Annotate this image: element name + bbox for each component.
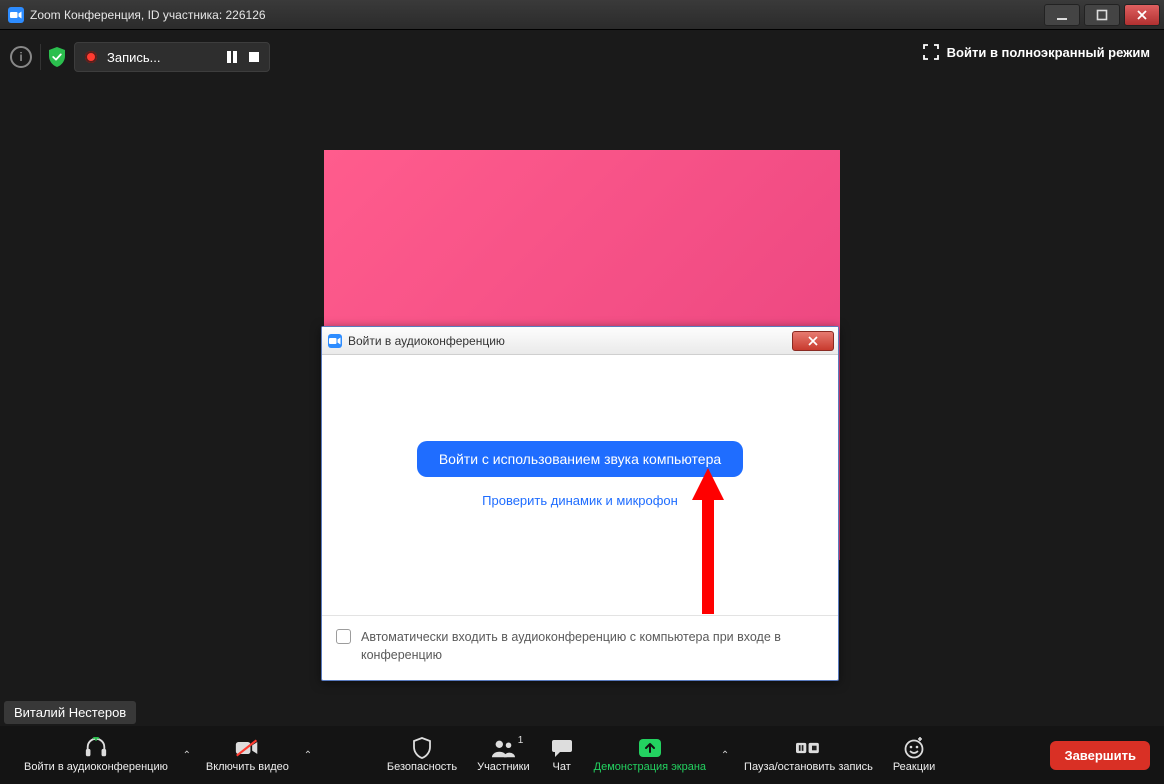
chat-icon bbox=[550, 737, 574, 759]
enter-fullscreen-button[interactable]: Войти в полноэкранный режим bbox=[923, 44, 1150, 60]
participants-icon: 1 bbox=[491, 737, 515, 759]
security-label: Безопасность bbox=[387, 761, 457, 773]
meeting-toolbar: i Запись... bbox=[10, 42, 270, 72]
zoom-logo-icon bbox=[8, 7, 24, 23]
participants-count: 1 bbox=[518, 735, 524, 746]
zoom-logo-icon bbox=[328, 334, 342, 348]
recording-pause-button[interactable] bbox=[227, 51, 239, 63]
dialog-title: Войти в аудиоконференцию bbox=[348, 334, 505, 348]
meeting-info-button[interactable]: i bbox=[10, 46, 32, 68]
reactions-button[interactable]: Реакции bbox=[883, 735, 946, 775]
meeting-controls-bar: Войти в аудиоконференцию ⌃ Включить виде… bbox=[0, 726, 1164, 784]
chat-button[interactable]: Чат bbox=[540, 735, 584, 775]
dialog-footer: Автоматически входить в аудиоконференцию… bbox=[322, 615, 838, 680]
join-audio-dialog: Войти в аудиоконференцию Войти с использ… bbox=[321, 326, 839, 681]
fullscreen-icon bbox=[923, 44, 939, 60]
window-title: Zoom Конференция, ID участника: 226126 bbox=[30, 8, 266, 22]
maximize-icon bbox=[1096, 9, 1108, 21]
recording-label: Запись... bbox=[107, 50, 161, 65]
pause-stop-record-label: Пауза/остановить запись bbox=[744, 761, 873, 773]
dialog-body: Войти с использованием звука компьютера … bbox=[322, 355, 838, 615]
encryption-shield-icon[interactable] bbox=[40, 44, 66, 70]
recording-stop-button[interactable] bbox=[249, 52, 259, 62]
minimize-icon bbox=[1056, 9, 1068, 21]
reactions-icon bbox=[902, 737, 926, 759]
maximize-button[interactable] bbox=[1084, 4, 1120, 26]
pause-stop-record-button[interactable]: Пауза/остановить запись bbox=[734, 735, 883, 775]
close-icon bbox=[1136, 9, 1148, 21]
start-video-button[interactable]: Включить видео bbox=[196, 735, 299, 775]
share-screen-button[interactable]: Демонстрация экрана bbox=[584, 735, 716, 775]
fullscreen-label: Войти в полноэкранный режим bbox=[947, 45, 1150, 60]
headphones-icon bbox=[84, 737, 108, 759]
participant-name-tag: Виталий Нестеров bbox=[4, 701, 136, 724]
security-button[interactable]: Безопасность bbox=[377, 735, 467, 775]
minimize-button[interactable] bbox=[1044, 4, 1080, 26]
close-icon bbox=[807, 336, 819, 346]
audio-menu-caret[interactable]: ⌃ bbox=[178, 735, 196, 775]
join-audio-button[interactable]: Войти в аудиоконференцию bbox=[14, 735, 178, 775]
share-screen-label: Демонстрация экрана bbox=[594, 761, 706, 773]
test-speaker-mic-link[interactable]: Проверить динамик и микрофон bbox=[482, 493, 678, 508]
reactions-label: Реакции bbox=[893, 761, 936, 773]
shield-icon bbox=[410, 737, 434, 759]
end-meeting-button[interactable]: Завершить bbox=[1050, 741, 1150, 770]
auto-join-audio-label: Автоматически входить в аудиоконференцию… bbox=[361, 628, 824, 664]
join-audio-label: Войти в аудиоконференцию bbox=[24, 761, 168, 773]
join-computer-audio-button[interactable]: Войти с использованием звука компьютера bbox=[417, 441, 743, 477]
window-titlebar: Zoom Конференция, ID участника: 226126 bbox=[0, 0, 1164, 30]
video-menu-caret[interactable]: ⌃ bbox=[299, 735, 317, 775]
auto-join-audio-checkbox[interactable] bbox=[336, 629, 351, 644]
app-body: i Запись... Войти в полноэкранный режим … bbox=[0, 30, 1164, 784]
dialog-close-button[interactable] bbox=[792, 331, 834, 351]
chat-label: Чат bbox=[553, 761, 571, 773]
participants-label: Участники bbox=[477, 761, 530, 773]
video-off-icon bbox=[235, 737, 259, 759]
dialog-titlebar: Войти в аудиоконференцию bbox=[322, 327, 838, 355]
recording-panel: Запись... bbox=[74, 42, 270, 72]
share-menu-caret[interactable]: ⌃ bbox=[716, 735, 734, 775]
participants-button[interactable]: 1 Участники bbox=[467, 735, 540, 775]
window-close-button[interactable] bbox=[1124, 4, 1160, 26]
start-video-label: Включить видео bbox=[206, 761, 289, 773]
recording-dot-icon bbox=[85, 51, 97, 63]
pause-stop-icon bbox=[796, 737, 820, 759]
share-screen-icon bbox=[638, 737, 662, 759]
